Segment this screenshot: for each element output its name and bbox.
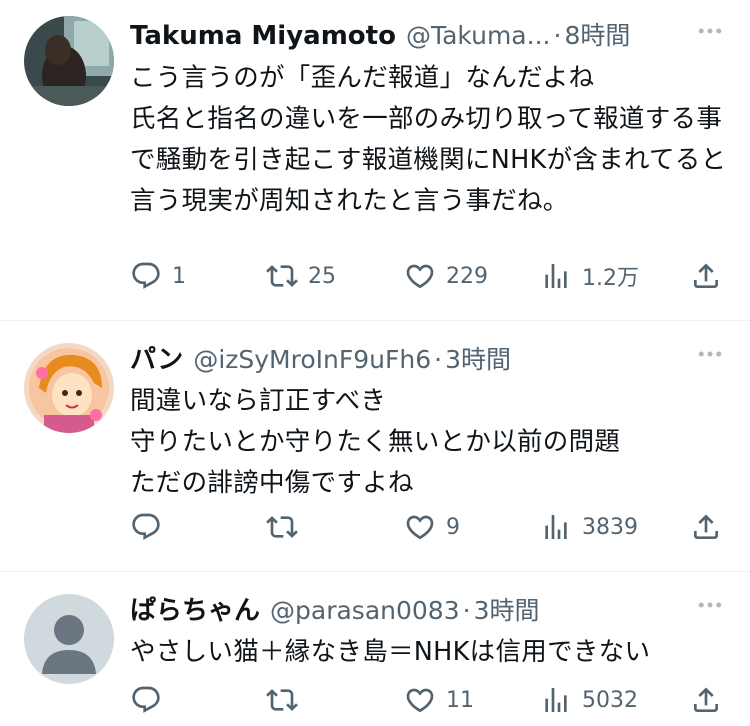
avatar-image xyxy=(24,343,114,433)
views-button[interactable]: 3839 xyxy=(540,507,638,547)
timestamp[interactable]: 8時間 xyxy=(564,16,630,50)
separator-dot: · xyxy=(462,596,471,624)
retweet-icon xyxy=(266,511,298,543)
share-icon xyxy=(690,511,722,543)
views-icon xyxy=(540,684,572,716)
tweet-text: やさしい猫＋縁なき島＝NHKは信用できない xyxy=(130,637,651,667)
reply-button[interactable] xyxy=(130,507,172,547)
view-count: 1.2万 xyxy=(582,266,639,291)
timestamp[interactable]: 3時間 xyxy=(445,340,511,373)
user-handle[interactable]: @Takuma... xyxy=(406,21,551,50)
retweet-button[interactable] xyxy=(266,680,308,720)
views-icon xyxy=(540,511,572,543)
timestamp[interactable]: 3時間 xyxy=(474,591,540,624)
view-count: 3839 xyxy=(582,514,638,540)
display-name[interactable]: ぱらちゃん xyxy=(130,590,260,624)
separator-dot: · xyxy=(434,345,443,373)
reply-icon xyxy=(130,260,162,292)
like-icon xyxy=(404,684,436,716)
share-button[interactable] xyxy=(690,507,722,547)
avatar[interactable] xyxy=(24,594,114,684)
reply-icon xyxy=(130,511,162,543)
views-button[interactable]: 5032 xyxy=(540,680,638,720)
more-icon[interactable] xyxy=(690,339,730,369)
more-icon[interactable] xyxy=(690,590,730,620)
share-button[interactable] xyxy=(690,680,722,720)
more-icon[interactable] xyxy=(690,16,730,46)
like-icon xyxy=(404,511,436,543)
display-name[interactable]: パン xyxy=(130,339,183,373)
reply-button[interactable] xyxy=(130,680,172,720)
retweet-count: 25 xyxy=(308,263,336,289)
tweet[interactable]: パン @izSyMroInF9uFh6 · 3時間 間違いなら訂正すべき 守りた… xyxy=(0,321,750,572)
views-button[interactable]: 1.2万 xyxy=(540,256,639,296)
share-button[interactable] xyxy=(690,256,722,296)
like-button[interactable]: 11 xyxy=(404,680,474,720)
like-count: 9 xyxy=(446,514,460,540)
retweet-icon xyxy=(266,260,298,292)
default-avatar-icon xyxy=(24,594,114,684)
tweet[interactable]: ぱらちゃん @parasan0083 · 3時間 やさしい猫＋縁なき島＝NHKは… xyxy=(0,572,750,726)
reply-count: 1 xyxy=(172,263,186,289)
separator-dot: · xyxy=(553,21,562,50)
share-icon xyxy=(690,684,722,716)
like-count: 11 xyxy=(446,687,474,713)
avatar-image xyxy=(24,16,114,106)
reply-icon xyxy=(130,684,162,716)
tweet[interactable]: Takuma Miyamoto @Takuma... · 8時間 こう言うのが「… xyxy=(0,0,750,321)
reply-button[interactable]: 1 xyxy=(130,256,186,296)
avatar[interactable] xyxy=(24,343,114,433)
retweet-button[interactable] xyxy=(266,507,308,547)
retweet-icon xyxy=(266,684,298,716)
avatar[interactable] xyxy=(24,16,114,106)
tweet-text: こう言うのが「歪んだ報道」なんだよね 氏名と指名の違いを一部のみ切り取って報道す… xyxy=(130,63,727,216)
tweet-text: 間違いなら訂正すべき 守りたいとか守りたく無いとか以前の問題 ただの誹謗中傷です… xyxy=(130,386,621,498)
user-handle[interactable]: @izSyMroInF9uFh6 xyxy=(193,345,431,373)
like-button[interactable]: 229 xyxy=(404,256,488,296)
view-count: 5032 xyxy=(582,687,638,713)
views-icon xyxy=(540,260,572,292)
like-count: 229 xyxy=(446,263,488,289)
retweet-button[interactable]: 25 xyxy=(266,256,336,296)
like-icon xyxy=(404,260,436,292)
share-icon xyxy=(690,260,722,292)
user-handle[interactable]: @parasan0083 xyxy=(270,596,460,624)
display-name[interactable]: Takuma Miyamoto xyxy=(130,21,396,50)
like-button[interactable]: 9 xyxy=(404,507,460,547)
